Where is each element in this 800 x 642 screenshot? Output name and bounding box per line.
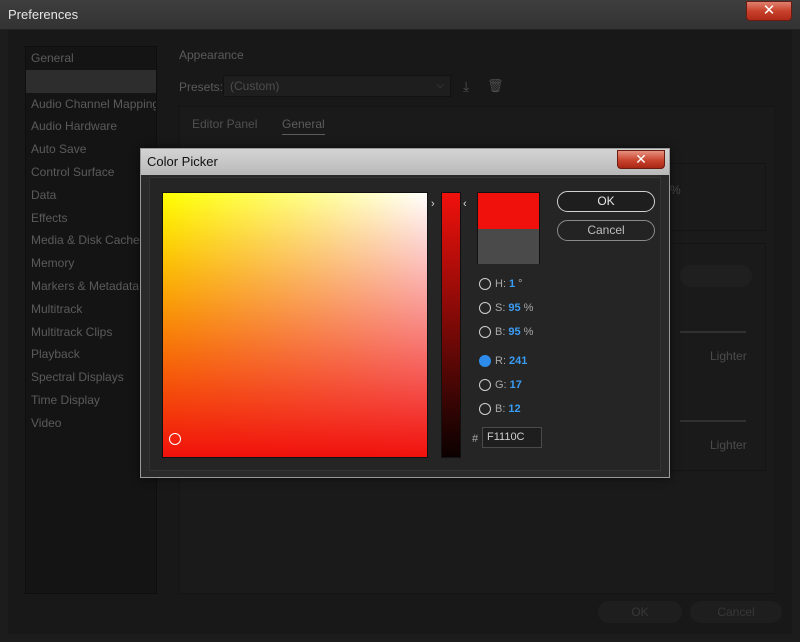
preferences-titlebar: Preferences ✕ xyxy=(0,0,800,30)
field-hue[interactable]: H: 1 ° xyxy=(479,275,523,293)
radio-brightness[interactable] xyxy=(479,326,491,338)
new-color-swatch xyxy=(478,193,539,229)
color-picker-body: › ‹ H: 1 ° S: 95 % B: 95 % R: 241 G: 17 … xyxy=(149,177,661,471)
color-field-cursor[interactable] xyxy=(169,433,181,445)
color-picker-titlebar: Color Picker ✕ xyxy=(141,149,669,175)
color-picker-dialog: Color Picker ✕ › ‹ H: 1 ° S: 95 % B: 95 … xyxy=(140,148,670,478)
color-picker-close-button[interactable]: ✕ xyxy=(617,150,665,169)
hex-hash-label: # xyxy=(472,433,479,445)
preferences-close-button[interactable]: ✕ xyxy=(746,1,792,21)
green-value[interactable]: 17 xyxy=(510,379,522,391)
color-field[interactable] xyxy=(162,192,428,458)
close-icon: ✕ xyxy=(762,2,776,19)
slider-arrow-right-icon[interactable]: ‹ xyxy=(463,198,467,210)
radio-red[interactable] xyxy=(479,355,491,367)
brightness-value[interactable]: 95 xyxy=(508,326,520,338)
field-saturation[interactable]: S: 95 % xyxy=(479,299,533,317)
slider-arrow-left-icon[interactable]: › xyxy=(431,198,435,210)
radio-hue[interactable] xyxy=(479,278,491,290)
hex-input[interactable]: F1110C xyxy=(482,427,542,448)
color-slider[interactable] xyxy=(441,192,461,458)
red-value[interactable]: 241 xyxy=(509,355,527,367)
old-color-swatch[interactable] xyxy=(478,229,539,264)
field-brightness[interactable]: B: 95 % xyxy=(479,323,533,341)
blue-value[interactable]: 12 xyxy=(508,403,520,415)
hue-value[interactable]: 1 xyxy=(509,278,515,290)
preferences-title: Preferences xyxy=(8,7,79,22)
color-picker-ok-button[interactable]: OK xyxy=(557,191,655,212)
radio-saturation[interactable] xyxy=(479,302,491,314)
close-icon: ✕ xyxy=(635,151,647,167)
saturation-value[interactable]: 95 xyxy=(508,302,520,314)
color-picker-title: Color Picker xyxy=(147,154,218,169)
color-picker-cancel-button[interactable]: Cancel xyxy=(557,220,655,241)
field-green[interactable]: G: 17 xyxy=(479,376,522,394)
field-red[interactable]: R: 241 xyxy=(479,352,527,370)
color-swatch xyxy=(477,192,540,264)
field-blue[interactable]: B: 12 xyxy=(479,400,521,418)
radio-green[interactable] xyxy=(479,379,491,391)
radio-blue[interactable] xyxy=(479,403,491,415)
